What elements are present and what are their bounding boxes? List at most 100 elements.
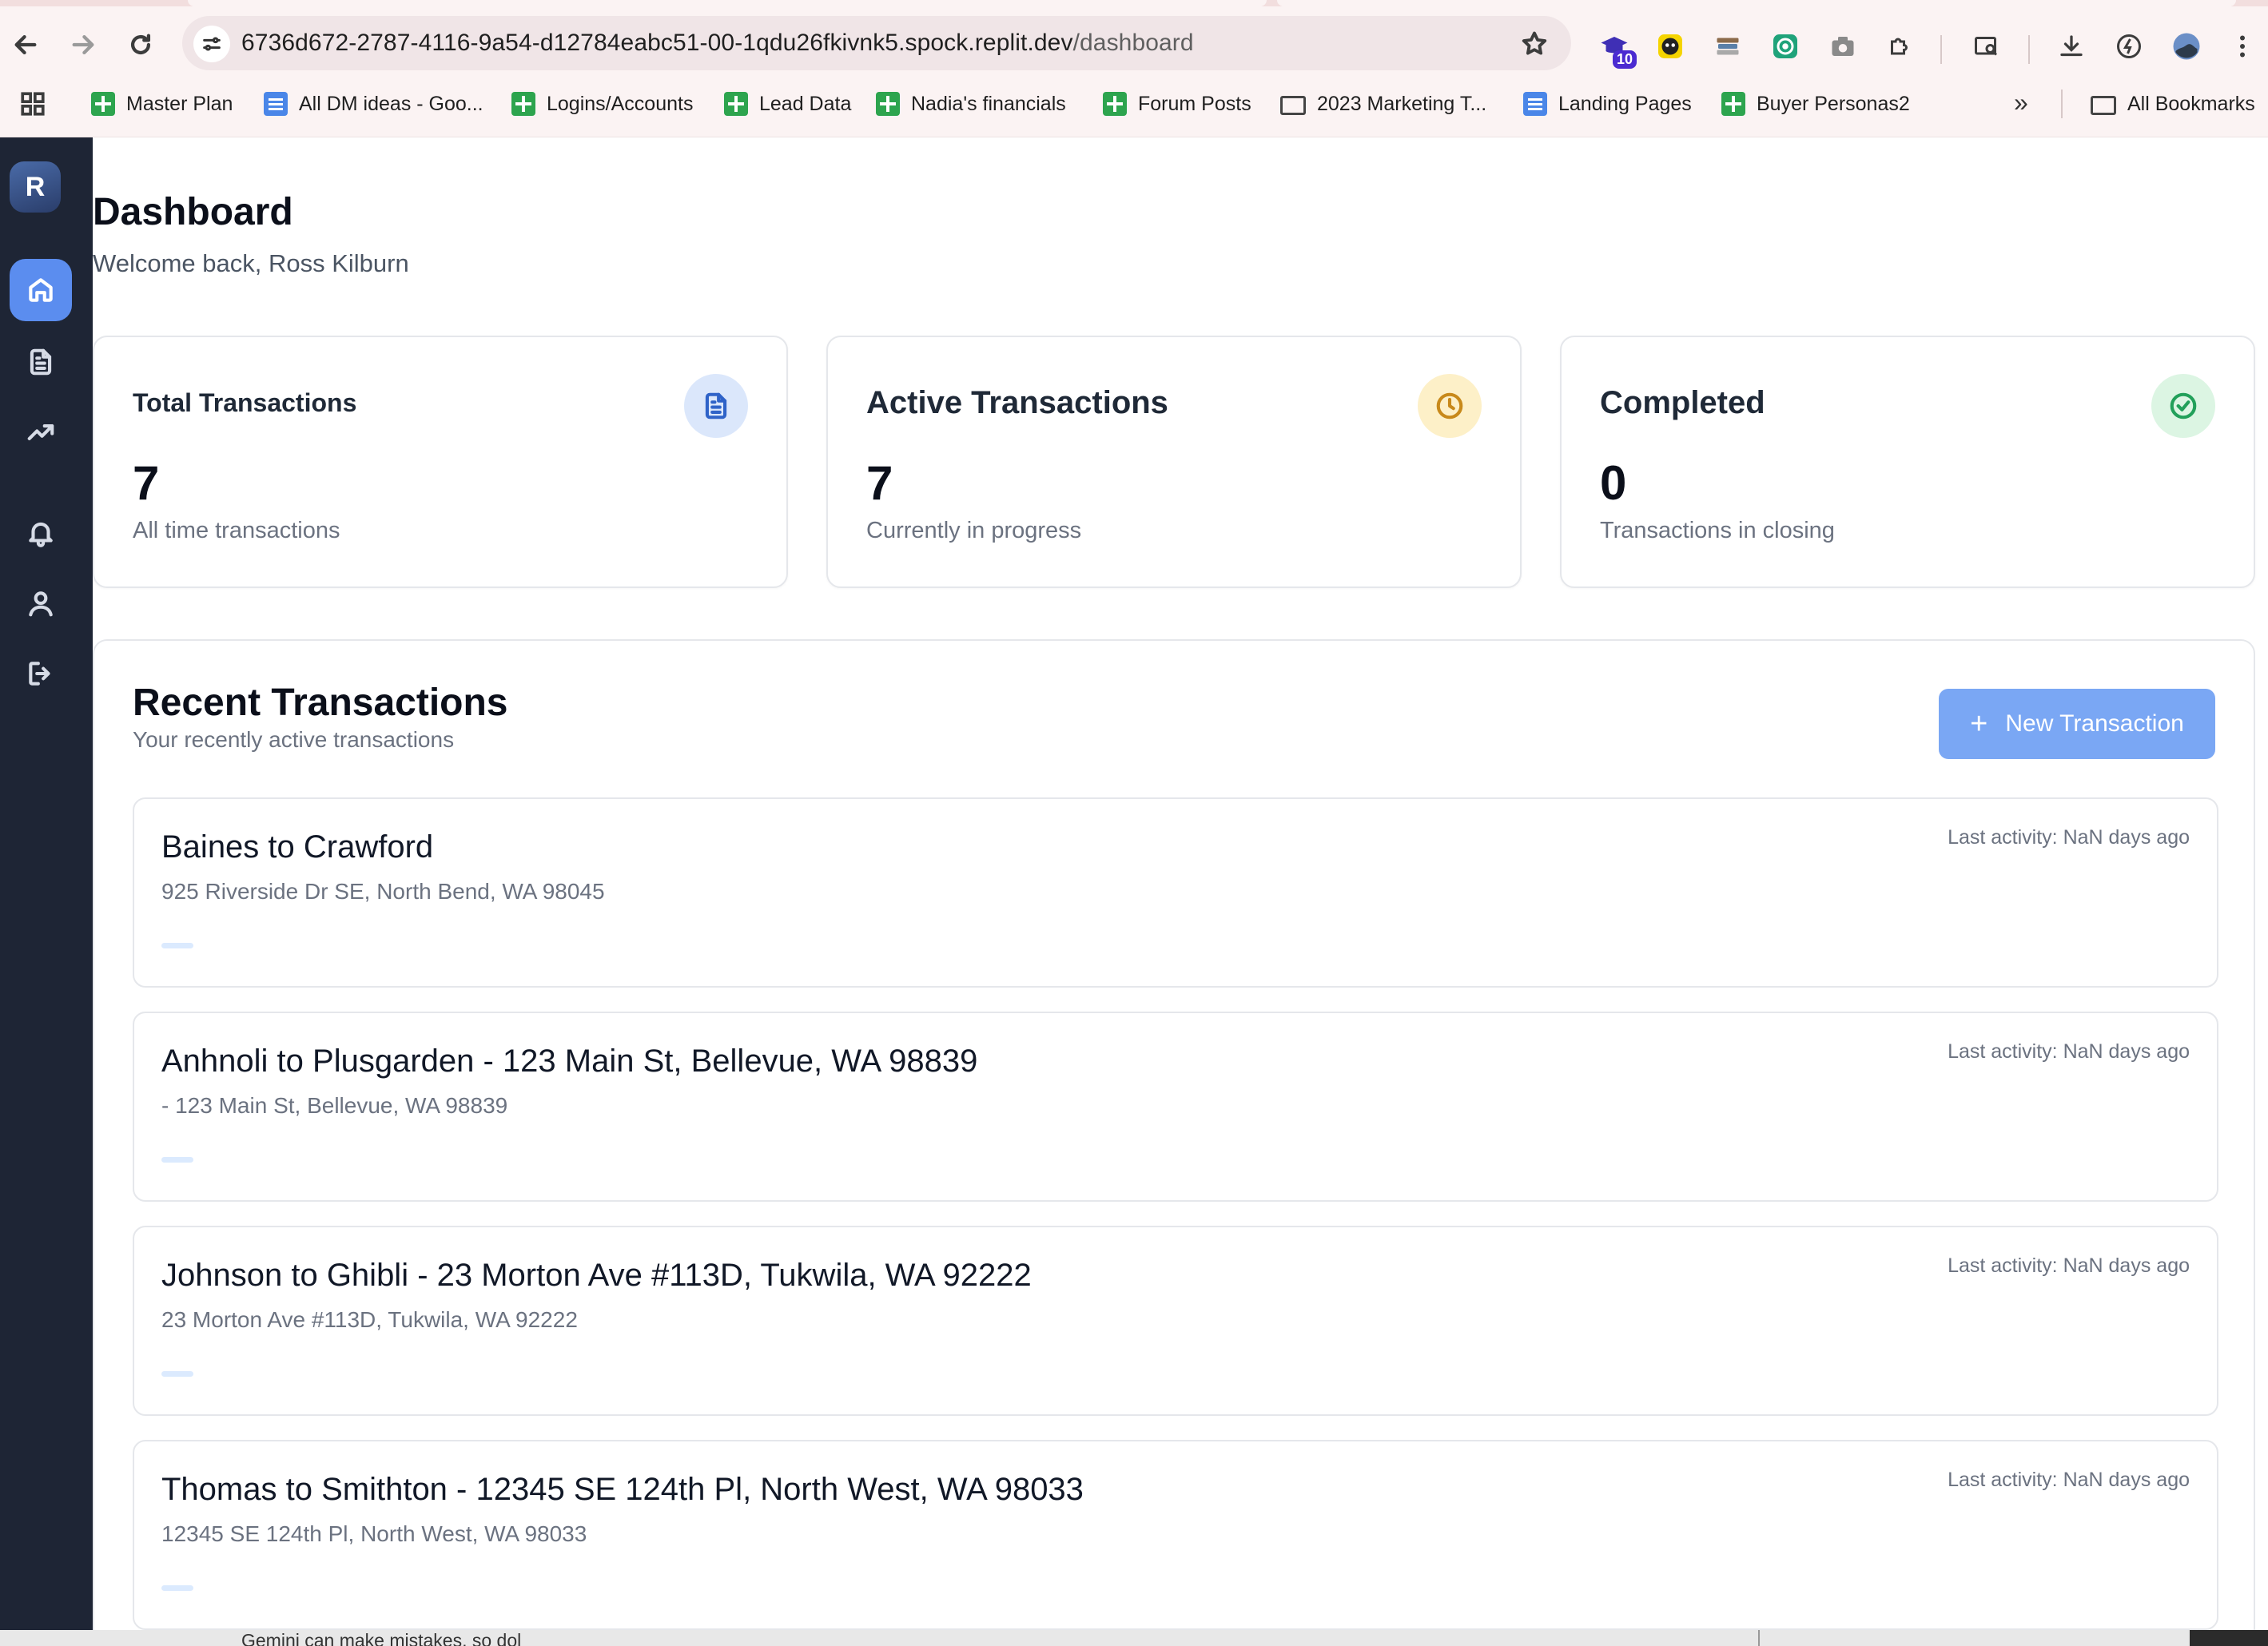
tab-search-icon (1975, 37, 1998, 56)
folder-icon (2091, 96, 2116, 115)
transaction-title: Anhnoli to Plusgarden - 123 Main St, Bel… (161, 1044, 978, 1079)
stat-subtitle: Transactions in closing (1600, 518, 1835, 543)
sheet-icon (511, 92, 535, 116)
bolt-circle-icon (2117, 34, 2141, 58)
extension-graduation-button[interactable]: 10 (1598, 30, 1637, 69)
arrow-left-icon (14, 34, 37, 55)
bookmark-item[interactable]: Forum Posts (1103, 88, 1251, 120)
transaction-card[interactable]: Johnson to Ghibli - 23 Morton Ave #113D,… (133, 1226, 2218, 1416)
active-tab[interactable] (188, 0, 1267, 6)
underlying-image (2190, 1630, 2268, 1646)
downloads-button[interactable] (2055, 30, 2087, 62)
stat-card-active: Active Transactions 7 Currently in progr… (826, 336, 1522, 588)
profile-button[interactable] (2171, 30, 2202, 62)
performance-button[interactable] (2113, 30, 2145, 62)
url-host: 6736d672-2787-4116-9a54-d12784eabc51-00-… (241, 30, 1073, 56)
bookmark-item[interactable]: Buyer Personas2 (1721, 88, 1910, 120)
bookmark-item[interactable]: Master Plan (91, 88, 233, 120)
bookmark-label: Forum Posts (1138, 92, 1251, 115)
bookmark-label: 2023 Marketing T... (1317, 92, 1487, 115)
divider-line (1758, 1630, 1760, 1646)
extension-camera-button[interactable] (1827, 30, 1859, 62)
transaction-card[interactable]: Anhnoli to Plusgarden - 123 Main St, Bel… (133, 1012, 2218, 1202)
bookmark-star-button[interactable] (1520, 30, 1549, 58)
transaction-address: 12345 SE 124th Pl, North West, WA 98033 (161, 1521, 587, 1546)
stat-icon-badge (2151, 374, 2215, 438)
star-icon (1522, 31, 1547, 55)
stat-card-completed: Completed 0 Transactions in closing (1560, 336, 2255, 588)
extension-target-button[interactable] (1769, 30, 1801, 62)
camera-icon (1832, 37, 1854, 56)
plus-icon: + (1970, 707, 1988, 741)
document-icon (705, 392, 727, 419)
sidebar-item-documents[interactable] (10, 331, 72, 393)
clock-icon (1436, 392, 1463, 419)
url-text[interactable]: 6736d672-2787-4116-9a54-d12784eabc51-00-… (241, 30, 1194, 57)
app-logo[interactable]: R (10, 161, 61, 213)
bookmark-item[interactable]: Lead Data (724, 88, 851, 120)
bookmark-label: Buyer Personas2 (1757, 92, 1910, 115)
doc-icon (264, 92, 288, 116)
home-icon (29, 278, 53, 302)
transaction-card[interactable]: Thomas to Smithton - 12345 SE 124th Pl, … (133, 1440, 2218, 1630)
browser-menu-button[interactable] (2226, 30, 2258, 62)
all-bookmarks-button[interactable]: All Bookmarks (2091, 88, 2255, 120)
bookmark-item[interactable]: All DM ideas - Goo... (264, 88, 483, 120)
extension-books-button[interactable] (1712, 30, 1744, 62)
sidebar-item-logout[interactable] (10, 642, 72, 705)
transaction-progress-bar (161, 1585, 193, 1591)
target-icon (1773, 34, 1797, 58)
address-bar[interactable]: 6736d672-2787-4116-9a54-d12784eabc51-00-… (182, 16, 1571, 70)
bookmarks-overflow-button[interactable]: » (2014, 88, 2028, 117)
bookmark-item[interactable]: Landing Pages (1523, 88, 1692, 120)
section-subtitle: Your recently active transactions (133, 727, 455, 752)
tune-icon (203, 37, 221, 51)
bookmarks-separator (2061, 89, 2063, 118)
extension-badge: 10 (1612, 50, 1637, 69)
new-transaction-button[interactable]: + New Transaction (1939, 689, 2215, 759)
stat-title: Total Transactions (133, 388, 357, 417)
transaction-progress-bar (161, 943, 193, 948)
stat-icon-badge (1418, 374, 1482, 438)
transaction-last-activity: Last activity: NaN days ago (1948, 1040, 2190, 1063)
underlying-window-text: Gemini can make mistakes, so dol (241, 1630, 522, 1646)
underlying-window-strip: Gemini can make mistakes, so dol (0, 1630, 2268, 1646)
sheet-icon (876, 92, 900, 116)
back-button[interactable] (8, 27, 43, 62)
reload-button[interactable] (123, 27, 158, 62)
inactive-tab[interactable] (1277, 0, 2236, 6)
download-icon (2060, 35, 2083, 57)
trending-up-icon (27, 424, 54, 440)
transaction-last-activity: Last activity: NaN days ago (1948, 1469, 2190, 1491)
sheet-icon (91, 92, 115, 116)
search-tabs-button[interactable] (1971, 30, 2003, 62)
stat-card-total: Total Transactions 7 All time transactio… (93, 336, 788, 588)
bookmark-label: Nadia's financials (911, 92, 1066, 115)
sheet-icon (1103, 92, 1127, 116)
browser-chrome: 6736d672-2787-4116-9a54-d12784eabc51-00-… (0, 0, 2268, 138)
toolbar-separator (2028, 35, 2030, 64)
page-title: Dashboard (93, 191, 293, 233)
section-title: Recent Transactions (133, 682, 508, 724)
kebab-menu-icon (2240, 35, 2245, 58)
bookmark-label: Lead Data (759, 92, 852, 115)
transaction-card[interactable]: Baines to Crawford 925 Riverside Dr SE, … (133, 797, 2218, 988)
sidebar-item-notifications[interactable] (10, 502, 72, 564)
stat-title: Active Transactions (866, 385, 1168, 420)
extension-face-button[interactable] (1654, 30, 1686, 62)
bookmark-item[interactable]: 2023 Marketing T... (1280, 88, 1486, 120)
sidebar-item-home[interactable] (10, 259, 72, 321)
sheet-icon (724, 92, 748, 116)
bookmark-item[interactable]: Nadia's financials (876, 88, 1066, 120)
bookmark-item[interactable]: Logins/Accounts (511, 88, 693, 120)
forward-button[interactable] (66, 27, 101, 62)
url-path: /dashboard (1072, 30, 1194, 56)
stat-title: Completed (1600, 385, 1765, 420)
transaction-last-activity: Last activity: NaN days ago (1948, 1254, 2190, 1277)
transaction-title: Thomas to Smithton - 12345 SE 124th Pl, … (161, 1472, 1084, 1507)
extensions-menu-button[interactable] (1884, 30, 1916, 62)
sidebar-item-analytics[interactable] (10, 401, 72, 463)
sidebar-item-profile[interactable] (10, 572, 72, 634)
recent-transactions-panel: Recent Transactions Your recently active… (93, 639, 2255, 1630)
site-info-button[interactable] (193, 26, 230, 62)
